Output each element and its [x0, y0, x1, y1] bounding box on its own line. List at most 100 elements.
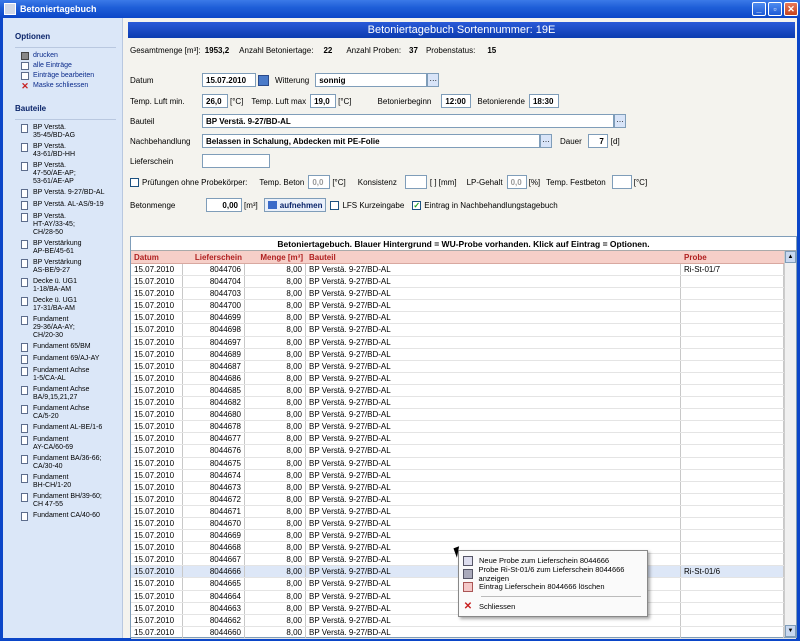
column-header-component[interactable]: Bauteil: [306, 253, 681, 262]
cell-delivery-note: 8044673: [183, 481, 245, 493]
sidebar-item-part[interactable]: Fundament Achse BA/9,15,21,27: [21, 386, 122, 402]
context-item-close[interactable]: ✕ Schliessen: [459, 600, 647, 613]
table-row[interactable]: 15.07.2010 8044698 8,00 BP Verstä. 9-27/BD-…: [131, 324, 796, 337]
cell-date: 15.07.2010: [131, 614, 183, 626]
concrete-temp-input[interactable]: 0,0: [308, 175, 331, 189]
sidebar-item-part[interactable]: Fundament BA/36-66; CA/30-40: [21, 455, 122, 471]
table-row[interactable]: 15.07.2010 8044673 8,00 BP Verstä. 9-27/BD-…: [131, 481, 796, 494]
table-row[interactable]: 15.07.2010 8044703 8,00 BP Verstä. 9-27/BD-…: [131, 288, 796, 301]
cell-sample: [681, 421, 784, 433]
duration-input[interactable]: 7: [587, 134, 608, 148]
delivery-note-input[interactable]: [202, 154, 270, 168]
cell-component: BP Verstä. 9-27/BD-AL: [306, 300, 681, 312]
sidebar-option-all-entries[interactable]: alle Einträge: [21, 62, 122, 70]
cell-sample: [681, 372, 784, 384]
lfs-shortcut-checkbox[interactable]: [330, 200, 340, 210]
minimize-button[interactable]: _: [752, 2, 766, 16]
component-picker-button[interactable]: …: [614, 114, 626, 128]
unit-label: [°C]: [338, 96, 352, 106]
vertical-scrollbar[interactable]: ▲ ▼: [784, 251, 796, 637]
calendar-icon[interactable]: [258, 74, 269, 86]
table-row[interactable]: 15.07.2010 8044680 8,00 BP Verstä. 9-27/BD-…: [131, 409, 796, 422]
sidebar-item-part[interactable]: Fundament BH/39-60; CH 47-55: [21, 493, 122, 509]
table-row[interactable]: 15.07.2010 8044669 8,00 BP Verstä. 9-27/BD-…: [131, 530, 796, 543]
sidebar-item-part[interactable]: Fundament AY-CA/60-69: [21, 436, 122, 452]
sidebar-item-part[interactable]: BP Verstä. 47-50/AE-AP; 53-61/AE-AP: [21, 162, 122, 186]
sidebar-option-close-mask[interactable]: ✕ Maske schliessen: [21, 82, 122, 91]
close-button[interactable]: ✕: [784, 2, 798, 16]
component-input[interactable]: BP Verstä. 9-27/BD-AL: [202, 114, 614, 128]
concrete-amount-input[interactable]: 0,00: [206, 198, 242, 212]
air-temp-max-input[interactable]: 19,0: [310, 94, 337, 108]
sidebar-item-part[interactable]: Fundament 69/AJ-AY: [21, 355, 122, 364]
date-input[interactable]: 15.07.2010: [202, 73, 256, 87]
sidebar-item-part[interactable]: Fundament AL-BE/1-6: [21, 424, 122, 433]
table-row[interactable]: 15.07.2010 8044675 8,00 BP Verstä. 9-27/BD-…: [131, 457, 796, 470]
table-row[interactable]: 15.07.2010 8044685 8,00 BP Verstä. 9-27/BD-…: [131, 384, 796, 398]
table-row[interactable]: 15.07.2010 8044678 8,00 BP Verstä. 9-27/BD-…: [131, 421, 796, 434]
curing-log-checkbox[interactable]: ✓: [412, 200, 422, 210]
concreting-end-input[interactable]: 18:30: [528, 94, 559, 108]
consistency-input[interactable]: [404, 175, 427, 189]
table-row[interactable]: 15.07.2010 8044706 8,00 BP Verstä. 9-27/BD-…: [131, 264, 796, 277]
option-label: alle Einträge: [33, 62, 72, 69]
delivery-note-row: Lieferschein: [130, 154, 270, 168]
sidebar-item-part[interactable]: Fundament 65/BM: [21, 343, 122, 352]
column-header-delivery-note[interactable]: Lieferschein: [183, 253, 245, 262]
cell-amount: 8,00: [245, 372, 306, 384]
cell-amount: 8,00: [245, 481, 306, 493]
hardened-concrete-temp-input[interactable]: [611, 175, 632, 189]
table-row[interactable]: 15.07.2010 8044660 8,00 BP Verstä. 9-27/BD-…: [131, 626, 796, 639]
sidebar-item-part[interactable]: Decke ü. UG1 1-18/BA-AM: [21, 278, 122, 294]
sidebar-item-part[interactable]: Fundament Achse CA/5-20: [21, 405, 122, 421]
column-header-amount[interactable]: Menge [m³]: [245, 253, 306, 262]
table-row[interactable]: 15.07.2010 8044700 8,00 BP Verstä. 9-27/BD-…: [131, 300, 796, 313]
table-row[interactable]: 15.07.2010 8044689 8,00 BP Verstä. 9-27/BD-…: [131, 348, 796, 361]
tests-row: Prüfungen ohne Probekörper: Temp. Beton …: [130, 175, 647, 189]
scroll-up-icon[interactable]: ▲: [785, 251, 796, 263]
column-header-date[interactable]: Datum: [131, 253, 183, 262]
sidebar-item-part[interactable]: Fundament BH-CH/1-20: [21, 474, 122, 490]
concreting-start-input[interactable]: 12:00: [441, 94, 472, 108]
table-row[interactable]: 15.07.2010 8044670 8,00 BP Verstä. 9-27/BD-…: [131, 517, 796, 531]
table-row[interactable]: 15.07.2010 8044686 8,00 BP Verstä. 9-27/BD-…: [131, 372, 796, 385]
maximize-button[interactable]: ▫: [768, 2, 782, 16]
table-row[interactable]: 15.07.2010 8044682 8,00 BP Verstä. 9-27/BD-…: [131, 397, 796, 410]
sidebar-item-part[interactable]: Decke ü. UG1 17-31/BA-AM: [21, 297, 122, 313]
cell-date: 15.07.2010: [131, 348, 183, 360]
table-row[interactable]: 15.07.2010 8044704 8,00 BP Verstä. 9-27/BD-…: [131, 276, 796, 289]
scroll-down-icon[interactable]: ▼: [785, 625, 796, 637]
context-item-show-sample[interactable]: Probe Ri-St-01/6 zum Lieferschein 804466…: [459, 565, 647, 583]
sidebar-item-part[interactable]: BP Verstärkung AP-BE/45-61: [21, 240, 122, 256]
sidebar-option-edit-entries[interactable]: Einträge bearbeiten: [21, 72, 122, 80]
table-row[interactable]: 15.07.2010 8044676 8,00 BP Verstä. 9-27/BD-…: [131, 445, 796, 458]
table-row[interactable]: 15.07.2010 8044671 8,00 BP Verstä. 9-27/BD-…: [131, 505, 796, 518]
table-row[interactable]: 15.07.2010 8044677 8,00 BP Verstä. 9-27/BD-…: [131, 433, 796, 446]
table-row[interactable]: 15.07.2010 8044687 8,00 BP Verstä. 9-27/BD-…: [131, 360, 796, 373]
table-row[interactable]: 15.07.2010 8044674 8,00 BP Verstä. 9-27/BD-…: [131, 469, 796, 482]
sidebar-item-part[interactable]: BP Verstärkung AS-BE/9-27: [21, 259, 122, 275]
air-content-input[interactable]: 0,0: [506, 175, 527, 189]
table-row[interactable]: 15.07.2010 8044672 8,00 BP Verstä. 9-27/BD-…: [131, 493, 796, 506]
cell-sample: [681, 602, 784, 614]
tests-without-specimens-checkbox[interactable]: [130, 177, 139, 187]
curing-picker-button[interactable]: …: [540, 134, 552, 148]
add-entry-button[interactable]: aufnehmen: [263, 198, 327, 212]
cell-amount: 8,00: [245, 264, 306, 276]
weather-picker-button[interactable]: …: [427, 73, 440, 87]
sidebar-item-part[interactable]: BP Verstä. HT-AY/33-45; CH/28-50: [21, 213, 122, 237]
sidebar-item-part[interactable]: Fundament CA/40-60: [21, 512, 122, 521]
table-row[interactable]: 15.07.2010 8044699 8,00 BP Verstä. 9-27/BD-…: [131, 312, 796, 325]
sidebar-item-part[interactable]: BP Verstä. 9-27/BD-AL: [21, 189, 122, 198]
sidebar-option-print[interactable]: drucken: [21, 52, 122, 60]
table-row[interactable]: 15.07.2010 8044697 8,00 BP Verstä. 9-27/BD-…: [131, 336, 796, 349]
sidebar-item-part[interactable]: BP Verstä. 35-45/BD-AG: [21, 124, 122, 140]
sidebar-item-part[interactable]: Fundament 29-36/AA-AY; CH/20-30: [21, 316, 122, 340]
column-header-sample[interactable]: Probe: [681, 253, 784, 262]
sidebar-item-part[interactable]: BP Verstä. 43-61/BD-HH: [21, 143, 122, 159]
sidebar-item-part[interactable]: BP Verstä. AL-AS/9-19: [21, 201, 122, 210]
sidebar-item-part[interactable]: Fundament Achse 1-5/CA-AL: [21, 367, 122, 383]
curing-input[interactable]: Belassen in Schalung, Abdecken mit PE-Fo…: [202, 134, 540, 148]
air-temp-min-input[interactable]: 26,0: [202, 94, 228, 108]
weather-input[interactable]: sonnig: [315, 73, 428, 87]
